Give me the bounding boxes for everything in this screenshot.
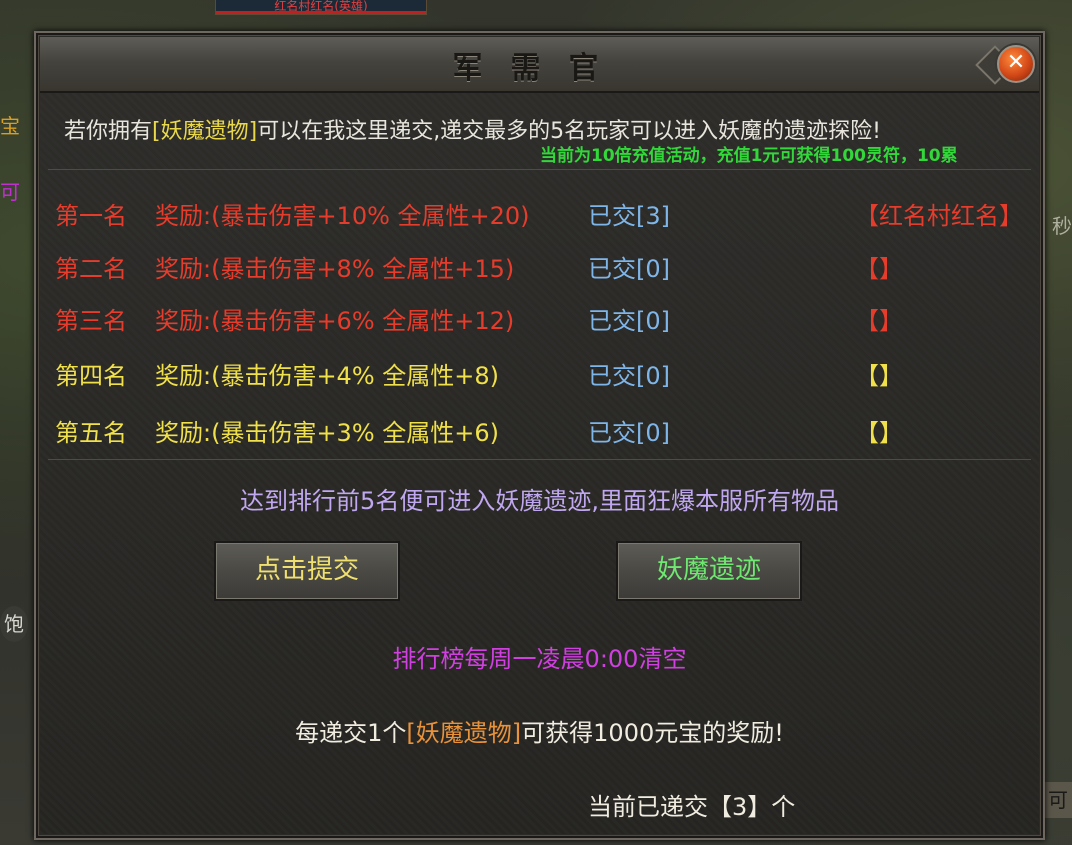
rank-reward: 奖励:(暴击伤害+10% 全属性+20) bbox=[155, 202, 530, 230]
rank-submitted-count: 已交[0] bbox=[588, 307, 670, 335]
divider-top bbox=[48, 169, 1031, 170]
rank-player-name: 【】 bbox=[855, 419, 903, 447]
close-button[interactable]: ✕ bbox=[997, 45, 1035, 83]
reward-note-prefix: 每递交1个 bbox=[295, 719, 407, 747]
quartermaster-dialog: 军需官 ✕ 若你拥有[妖魔遗物]可以在我这里递交,递交最多的5名玩家可以进入妖魔… bbox=[34, 31, 1045, 840]
background-left-skill-button[interactable]: 饱 bbox=[0, 606, 28, 642]
background-left-glyph-1: 宝 bbox=[0, 114, 20, 138]
rank-label: 第五名 bbox=[55, 419, 127, 447]
dialog-title-bar[interactable]: 军需官 ✕ bbox=[40, 37, 1039, 93]
current-value: 【3】 bbox=[708, 793, 772, 821]
reward-note-suffix: 可获得1000元宝的奖励! bbox=[521, 719, 784, 747]
rank-player-name: 【红名村红名】 bbox=[855, 202, 1023, 230]
player-health-bar bbox=[216, 11, 426, 14]
rank-label: 第一名 bbox=[55, 202, 127, 230]
rank-reward: 奖励:(暴击伤害+3% 全属性+6) bbox=[155, 419, 500, 447]
rank-label: 第三名 bbox=[55, 307, 127, 335]
divider-bottom bbox=[48, 459, 1031, 460]
reward-note-item-name: [妖魔遗物] bbox=[406, 719, 522, 747]
ranking-row: 第五名 奖励:(暴击伤害+3% 全属性+6) 已交[0] 【】 bbox=[55, 413, 1040, 453]
rank-submitted-count: 已交[3] bbox=[588, 202, 670, 230]
ranking-row: 第一名 奖励:(暴击伤害+10% 全属性+20) 已交[3] 【红名村红名】 bbox=[55, 196, 1040, 236]
rank-player-name: 【】 bbox=[855, 255, 903, 283]
current-suffix: 个 bbox=[771, 793, 796, 821]
current-submitted-count: 当前已递交【3】个 bbox=[588, 787, 795, 822]
rank-submitted-count: 已交[0] bbox=[588, 255, 670, 283]
ruins-notice: 达到排行前5名便可进入妖魔遗迹,里面狂爆本服所有物品 bbox=[240, 487, 839, 515]
submit-button[interactable]: 点击提交 bbox=[214, 541, 400, 601]
reset-schedule-note: 排行榜每周一凌晨0:00清空 bbox=[392, 645, 687, 673]
background-right-glyph: 秒 bbox=[1052, 214, 1072, 238]
ranking-row: 第二名 奖励:(暴击伤害+8% 全属性+15) 已交[0] 【】 bbox=[55, 249, 1040, 289]
rank-submitted-count: 已交[0] bbox=[588, 362, 670, 390]
ranking-row: 第四名 奖励:(暴击伤害+4% 全属性+8) 已交[0] 【】 bbox=[55, 356, 1040, 396]
dialog-title: 军需官 bbox=[452, 51, 627, 86]
background-right-button[interactable]: 可 bbox=[1044, 782, 1072, 818]
scrolling-announcement: 当前为10倍充值活动，充值1元可获得100灵符，10累 bbox=[540, 146, 958, 166]
ranking-row: 第三名 奖励:(暴击伤害+6% 全属性+12) 已交[0] 【】 bbox=[55, 301, 1040, 341]
rank-label: 第二名 bbox=[55, 255, 127, 283]
background-left-glyph-2: 可 bbox=[0, 180, 20, 204]
rank-reward: 奖励:(暴击伤害+4% 全属性+8) bbox=[155, 362, 500, 390]
rank-player-name: 【】 bbox=[855, 307, 903, 335]
intro-prefix: 若你拥有 bbox=[64, 119, 153, 144]
rank-player-name: 【】 bbox=[855, 362, 903, 390]
demon-ruins-button[interactable]: 妖魔遗迹 bbox=[616, 541, 802, 601]
rank-reward: 奖励:(暴击伤害+6% 全属性+12) bbox=[155, 307, 515, 335]
intro-item-name: [妖魔遗物] bbox=[152, 119, 258, 144]
dialog-content: 若你拥有[妖魔遗物]可以在我这里递交,递交最多的5名玩家可以进入妖魔的遗迹探险!… bbox=[40, 93, 1039, 834]
rank-submitted-count: 已交[0] bbox=[588, 419, 670, 447]
current-prefix: 当前已递交 bbox=[588, 793, 708, 821]
rank-label: 第四名 bbox=[55, 362, 127, 390]
rank-reward: 奖励:(暴击伤害+8% 全属性+15) bbox=[155, 255, 515, 283]
per-item-reward-note: 每递交1个[妖魔遗物]可获得1000元宝的奖励! bbox=[40, 713, 1039, 748]
player-name-plate: 红名村红名(英雄) bbox=[215, 0, 427, 15]
